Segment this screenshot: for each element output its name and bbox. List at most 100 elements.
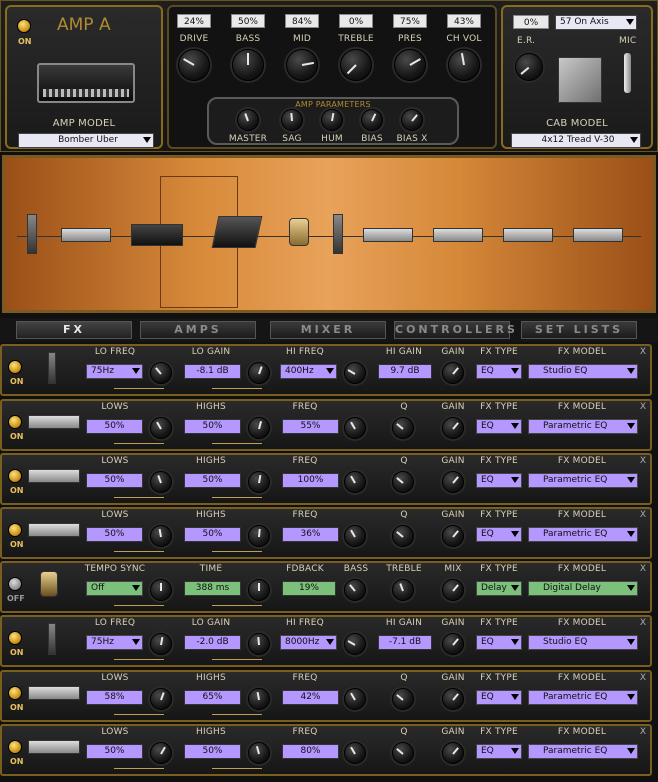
amp-ch-vol-knob[interactable] [448,49,480,81]
fx-model-dropdown[interactable]: Digital Delay [528,581,638,596]
fx-type-dropdown[interactable]: EQ [476,364,522,379]
fx-power-button[interactable] [8,686,22,700]
amp-head-icon[interactable] [131,224,183,246]
fx-power-button[interactable] [8,577,22,591]
fx-unit-icon[interactable] [433,228,483,242]
close-icon[interactable]: X [640,564,646,574]
fx-gain-knob[interactable] [442,525,464,547]
fx-param1-knob[interactable] [150,471,172,493]
fx-param1-dropdown[interactable]: 75Hz [86,635,143,650]
amp-param-knob[interactable] [281,109,303,131]
fx-type-dropdown[interactable]: EQ [476,473,522,488]
fx-model-dropdown[interactable]: Parametric EQ [528,419,638,434]
fx-type-dropdown[interactable]: EQ [476,419,522,434]
amp-model-dropdown[interactable]: Bomber Uber [18,133,154,148]
close-icon[interactable]: X [640,618,646,628]
close-icon[interactable]: X [640,347,646,357]
fx-param3-knob[interactable] [344,688,366,710]
fx-q-knob[interactable] [392,688,414,710]
fx-param3-knob[interactable] [344,362,366,384]
amp-param-knob[interactable] [401,109,423,131]
fx-power-button[interactable] [8,415,22,429]
fx-gain-knob[interactable] [442,742,464,764]
fx-model-dropdown[interactable]: Studio EQ [528,364,638,379]
fx-type-dropdown[interactable]: EQ [476,527,522,542]
fx-type-dropdown[interactable]: EQ [476,635,522,650]
amp-power-button[interactable] [17,19,31,33]
fx-model-dropdown[interactable]: Parametric EQ [528,690,638,705]
fx-param2-knob[interactable] [248,417,270,439]
mic-icon[interactable] [624,53,631,93]
fx-gain-knob[interactable] [442,362,464,384]
fx-bass-knob[interactable] [344,579,366,601]
amp-param-knob[interactable] [321,109,343,131]
fx-power-button[interactable] [8,523,22,537]
fx-model-dropdown[interactable]: Parametric EQ [528,744,638,759]
fx-unit-icon[interactable] [503,228,553,242]
tab-controllers[interactable]: CONTROLLERS [394,321,515,339]
fx-type-dropdown[interactable]: EQ [476,690,522,705]
close-icon[interactable]: X [640,456,646,466]
fx-param2-knob[interactable] [248,471,270,493]
fx-power-button[interactable] [8,360,22,374]
fx-power-button[interactable] [8,469,22,483]
fx-param2-knob[interactable] [248,688,270,710]
eq-jack-icon[interactable] [333,214,343,254]
fx-param1-dropdown[interactable]: 75Hz [86,364,143,379]
fx-param1-knob[interactable] [150,633,172,655]
fx-param3-knob[interactable] [344,471,366,493]
er-knob[interactable] [515,53,543,81]
cab-model-dropdown[interactable]: 4x12 Tread V-30 [511,133,641,148]
close-icon[interactable]: X [640,673,646,683]
fx-model-dropdown[interactable]: Studio EQ [528,635,638,650]
fx-param1-dropdown[interactable]: Off [86,581,143,596]
fx-gain-knob[interactable] [442,417,464,439]
fx-param1-knob[interactable] [150,525,172,547]
fx-gain-knob[interactable] [442,633,464,655]
amp-drive-knob[interactable] [178,49,210,81]
fx-model-dropdown[interactable]: Parametric EQ [528,527,638,542]
mixer-icon[interactable] [211,216,263,248]
fx-param3-knob[interactable] [344,525,366,547]
fx-q-knob[interactable] [392,525,414,547]
fx-gain-knob[interactable] [442,579,464,601]
fx-param1-knob[interactable] [150,362,172,384]
fx-unit-icon[interactable] [573,228,623,242]
fx-param1-knob[interactable] [150,688,172,710]
amp-bass-knob[interactable] [232,49,264,81]
fx-q-knob[interactable] [392,417,414,439]
fx-unit-icon[interactable] [61,228,111,242]
fx-q-knob[interactable] [392,471,414,493]
fx-param1-knob[interactable] [150,742,172,764]
close-icon[interactable]: X [640,510,646,520]
amp-param-knob[interactable] [361,109,383,131]
tab-amps[interactable]: AMPS [140,321,256,339]
fx-gain-knob[interactable] [442,471,464,493]
close-icon[interactable]: X [640,402,646,412]
fx-type-dropdown[interactable]: EQ [476,744,522,759]
fx-param3-knob[interactable] [344,742,366,764]
fx-model-dropdown[interactable]: Parametric EQ [528,473,638,488]
fx-param1-knob[interactable] [150,579,172,601]
tab-set-lists[interactable]: SET LISTS [521,321,637,339]
fx-param3-knob[interactable] [344,417,366,439]
fx-param2-knob[interactable] [248,633,270,655]
amp-pres-knob[interactable] [394,49,426,81]
tab-mixer[interactable]: MIXER [270,321,386,339]
fx-param3-dropdown[interactable]: 8000Hz [280,635,337,650]
delay-pedal-icon[interactable] [289,218,309,246]
fx-type-dropdown[interactable]: Delay [476,581,522,596]
fx-power-button[interactable] [8,740,22,754]
fx-param3-dropdown[interactable]: 400Hz [280,364,337,379]
fx-unit-icon[interactable] [363,228,413,242]
tab-fx[interactable]: FX [16,321,132,339]
amp-mid-knob[interactable] [286,49,318,81]
amp-param-knob[interactable] [237,109,259,131]
fx-treble-knob[interactable] [392,579,414,601]
amp-treble-knob[interactable] [340,49,372,81]
fx-param3-knob[interactable] [344,633,366,655]
mic-position-dropdown[interactable]: 57 On Axis [555,15,637,30]
fx-power-button[interactable] [8,631,22,645]
close-icon[interactable]: X [640,727,646,737]
input-jack-icon[interactable] [27,214,37,254]
